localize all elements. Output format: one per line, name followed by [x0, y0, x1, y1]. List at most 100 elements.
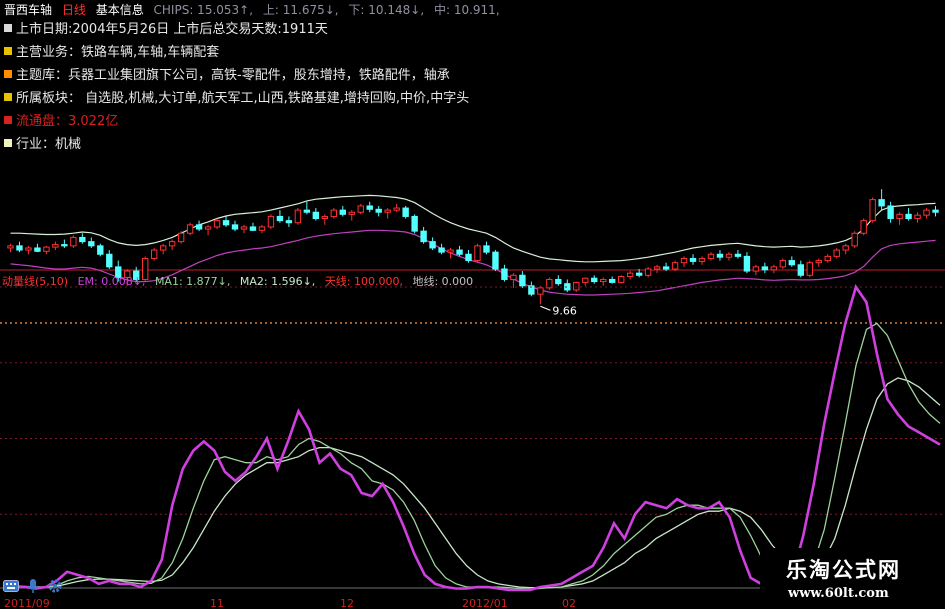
candle-body: [851, 232, 858, 247]
candle-body: [168, 241, 176, 247]
candle-body: [617, 276, 625, 283]
candle-body: [339, 209, 346, 215]
bullet-square-icon: [4, 47, 12, 55]
info-line-text: 所属板块： 自选股,机械,大订单,航天军工,山西,铁路基建,增持回购,中价,中字…: [16, 91, 470, 106]
stock-name[interactable]: 晋西车轴: [4, 3, 52, 17]
candle-body: [770, 266, 778, 271]
low-marker-arrow: [540, 305, 551, 311]
candle-body: [788, 260, 796, 266]
bullet-square-icon: [4, 70, 12, 78]
indicator-name[interactable]: 动量线(5,10): [2, 275, 68, 288]
stock-chart-window: 9.66 晋西车轴 日线 基本信息 CHIPS: 15.053↑, 上: 11.…: [0, 0, 945, 609]
candle-body: [321, 215, 329, 220]
candle-body: [734, 253, 742, 257]
candle-body: [312, 211, 320, 220]
candle-body: [330, 209, 337, 217]
candle-body: [653, 266, 661, 270]
candle-body: [447, 249, 454, 253]
bullet-square-icon: [4, 93, 12, 101]
candle-body: [609, 278, 616, 283]
candle-body: [231, 224, 239, 230]
candle-body: [833, 249, 840, 257]
candle-body: [16, 245, 23, 251]
candle-body: [456, 249, 463, 255]
candle-body: [797, 264, 804, 276]
candle-body: [294, 209, 302, 224]
microphone-icon[interactable]: [24, 578, 42, 594]
mid-band-value: 中: 10.911,: [433, 3, 500, 17]
period-label[interactable]: 日线: [62, 3, 86, 17]
candle-body: [348, 211, 355, 215]
candle-body: [707, 253, 715, 259]
candle-body: [716, 253, 724, 258]
candle-body: [186, 224, 194, 234]
gear-icon[interactable]: [46, 578, 64, 594]
candle-body: [366, 205, 373, 210]
candle-body: [465, 253, 472, 262]
candle-body: [79, 236, 86, 243]
candle-body: [285, 220, 293, 224]
candle-body: [600, 278, 607, 283]
info-line: 主营业务：铁路车辆,车轴,车辆配套: [4, 41, 219, 60]
candle-body: [25, 247, 32, 251]
candle-body: [429, 241, 436, 249]
info-line-text: 流通盘：3.022亿: [16, 114, 119, 129]
lower-band-value: 下: 10.148↓,: [348, 3, 425, 17]
watermark: 乐淘公式网 www.60lt.com: [760, 548, 945, 609]
candle-body: [519, 274, 526, 287]
candle-body: [177, 232, 185, 243]
ma2-value: MA2: 1.596↓,: [239, 275, 316, 288]
candle-body: [626, 272, 634, 278]
info-line-text: 行业：机械: [16, 137, 82, 152]
candle-body: [303, 209, 311, 213]
candle-body: [698, 257, 706, 262]
info-title[interactable]: 基本信息: [96, 3, 144, 17]
keyboard-icon[interactable]: [2, 578, 20, 594]
candle-body: [43, 246, 50, 252]
candle-body: [779, 260, 787, 268]
candle-body: [869, 199, 876, 222]
bullet-square-icon: [4, 139, 12, 147]
chart-header: 晋西车轴 日线 基本信息 CHIPS: 15.053↑, 上: 11.675↓,…: [4, 1, 506, 18]
ma1-value: MA1: 1.877↓,: [154, 275, 231, 288]
bullet-square-icon: [4, 116, 12, 124]
info-line: 上市日期:2004年5月26日 上市后总交易天数:1911天: [4, 18, 328, 37]
candle-body: [240, 226, 248, 230]
candle-body: [644, 268, 652, 276]
low-marker-label: 9.66: [552, 304, 577, 317]
candle-body: [267, 215, 275, 228]
candle-body: [213, 220, 221, 228]
candle-body: [97, 245, 104, 255]
candle-body: [70, 236, 77, 247]
candle-body: [815, 260, 822, 264]
candle-body: [150, 249, 158, 259]
candle-body: [61, 244, 68, 247]
candle-body: [887, 205, 894, 220]
date-tick-label: 2012/01: [462, 597, 508, 609]
candle-body: [438, 247, 445, 253]
candle-body: [106, 253, 113, 268]
date-tick-label: 02: [562, 597, 576, 609]
watermark-url: www.60lt.com: [788, 586, 889, 601]
date-tick-label: 11: [210, 597, 224, 609]
candle-body: [743, 255, 751, 272]
candle-body: [671, 262, 679, 270]
info-line: 行业：机械: [4, 133, 81, 152]
indicator-header: 动量线(5,10) EM: 0.008↓, MA1: 1.877↓, MA2: …: [2, 273, 479, 289]
candle-body: [662, 266, 670, 270]
candle-body: [483, 245, 490, 253]
candle-body: [860, 220, 867, 234]
candle-body: [932, 209, 939, 213]
info-line: 流通盘：3.022亿: [4, 110, 118, 129]
candle-body: [555, 278, 562, 285]
candle-body: [258, 226, 266, 231]
candle-body: [806, 262, 813, 276]
candle-body: [591, 277, 598, 283]
candle-body: [402, 207, 409, 217]
em-value: EM: 0.008↓,: [77, 275, 146, 288]
info-line: 所属板块： 自选股,机械,大订单,航天军工,山西,铁路基建,增持回购,中价,中字…: [4, 87, 469, 106]
candle-body: [689, 257, 697, 262]
candle-body: [411, 215, 418, 232]
candle-body: [276, 215, 284, 222]
candle-body: [249, 226, 257, 231]
